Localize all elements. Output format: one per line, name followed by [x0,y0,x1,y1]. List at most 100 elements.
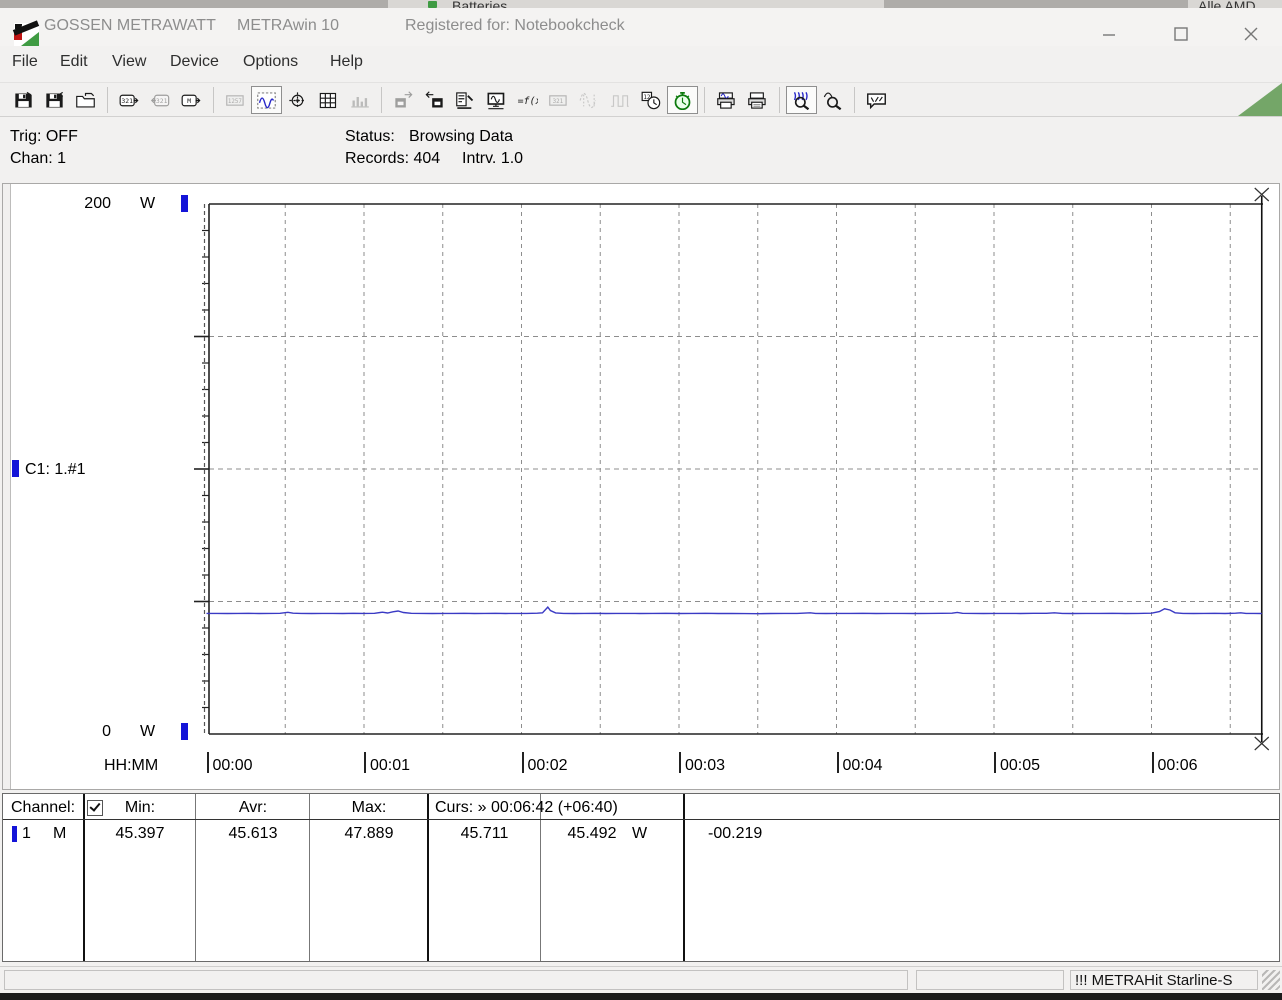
x-tick-mark [364,752,366,773]
background-text-alle-amd: Alle AMD [1198,0,1256,8]
export-data-icon [395,90,413,107]
x-tick-mark [836,752,839,773]
pulse-trigger-icon [611,94,629,107]
menu-file[interactable]: File [12,53,38,71]
menu-help[interactable]: Help [330,53,363,71]
x-tick-mark [679,752,681,773]
read-device-button[interactable]: 321 [114,86,145,114]
status-label: Status: [345,128,395,145]
y-axis-min-label: 0 [102,723,111,740]
registration-text: Registered for: Notebookcheck [405,17,625,34]
save-file-as-button[interactable] [39,86,70,114]
statusbar-device-panel: !!! METRAHit Starline-S [1070,970,1258,990]
formula-fx-icon: =f(x) [518,96,538,107]
monitor-settings-button[interactable] [481,86,512,114]
header-min: Min: [124,799,156,816]
status-bar: !!! METRAHit Starline-S [0,966,1282,993]
menu-view[interactable]: View [112,53,146,71]
x-tick-label: 00:06 [1157,757,1198,774]
write-device-button: 321 [145,86,176,114]
maximize-icon [1174,27,1188,41]
send-to-device-button[interactable] [419,86,450,114]
toolbar-separator [704,86,705,113]
histogram-view-button [344,86,375,114]
close-button[interactable] [1234,22,1268,46]
svg-text:=f(x): =f(x) [518,96,538,107]
yt-chart-view-button[interactable] [251,85,282,114]
print-preview-icon [717,91,735,109]
background-window-strip: Batteries Alle AMD [0,0,1282,8]
save-file-button[interactable] [8,86,39,114]
channel-table: Channel: Min: Avr: Max: Curs: » 00:06:42… [2,793,1280,962]
xy-chart-view-button[interactable] [282,86,313,114]
menu-bar: File Edit View Device Options Help [0,46,1282,82]
records-count: Records: 404 [345,150,441,167]
channel-count: Chan: 1 [10,150,67,167]
open-file-button[interactable] [70,86,101,114]
device-config-button: 321 [543,86,574,114]
save-file-as-icon [46,91,63,107]
print-button[interactable] [742,86,773,114]
channel-marker-top [181,195,188,212]
save-file-icon [15,91,32,107]
row-cursor2-value: 45.492 [567,825,617,842]
zoom-window-icon [823,91,842,110]
formula-fx-button[interactable]: =f(x) [512,86,543,114]
brand-title: GOSSEN METRAWATT [44,17,216,34]
svg-text:321: 321 [121,96,133,104]
svg-text:M: M [187,96,191,104]
channel-marker-bottom [181,723,188,740]
metrawin-window: Batteries Alle AMD GOSSEN METRAWATT METR… [0,0,1282,1000]
print-preview-button[interactable] [711,86,742,114]
table-view-button[interactable] [313,86,344,114]
time-sync-button[interactable]: 12 [636,86,667,114]
interval-timer-button[interactable] [667,85,698,114]
yt-chart[interactable] [3,184,1279,789]
interval-value: Intrv. 1.0 [462,150,524,167]
row-unit: W [632,825,648,842]
zoom-window-button[interactable] [817,86,848,114]
toolbar-separator [107,86,108,113]
interval-timer-icon [674,91,691,110]
battery-icon [428,1,437,8]
maximize-button[interactable] [1164,22,1198,46]
menu-options[interactable]: Options [243,53,298,71]
statusbar-message-panel [4,970,908,990]
read-device-icon: 321 [119,94,139,106]
status-value: Browsing Data [409,128,514,145]
row-min-value: 45.397 [115,825,165,842]
x-tick-label: 00:05 [1000,757,1041,774]
header-channel: Channel: [11,799,76,816]
row-channel-mode: M [53,825,67,842]
title-bar: GOSSEN METRAWATT METRAwin 10 Registered … [0,8,1282,46]
annotation-button[interactable] [861,86,892,114]
app-title: METRAwin 10 [237,17,339,34]
analog-trigger-button [574,86,605,114]
toolbar: 321 321 M 1257 =f(x) 321 12 [0,82,1282,117]
zoom-time-icon [793,91,810,110]
row-max-value: 47.889 [344,825,394,842]
header-cursor: Curs: » 00:06:42 (+06:40) [435,799,618,816]
x-tick-mark [1151,752,1154,773]
y-axis-max-label: 200 [84,195,111,212]
minimize-button[interactable] [1092,22,1126,46]
y-axis-unit-bottom: W [140,723,156,740]
trigger-status: Trig: OFF [10,128,78,145]
open-file-icon [76,92,95,107]
read-memory-button[interactable]: M [176,86,207,114]
x-tick-mark [206,752,209,773]
menu-device[interactable]: Device [170,53,219,71]
resize-grip[interactable] [1262,970,1280,990]
menu-edit[interactable]: Edit [60,53,88,71]
x-tick-mark [521,752,524,773]
monitor-settings-icon [487,92,505,109]
zoom-time-button[interactable] [786,85,817,114]
export-data-button [388,86,419,114]
table-header-divider [3,819,1279,820]
corner-accent-triangle [1238,83,1282,116]
device-settings-button[interactable] [450,86,481,114]
y-axis-unit-top: W [140,195,156,212]
x-tick-label: 00:00 [212,757,253,774]
channel-label: C1: 1.#1 [25,461,86,478]
time-sync-icon: 12 [641,91,661,109]
